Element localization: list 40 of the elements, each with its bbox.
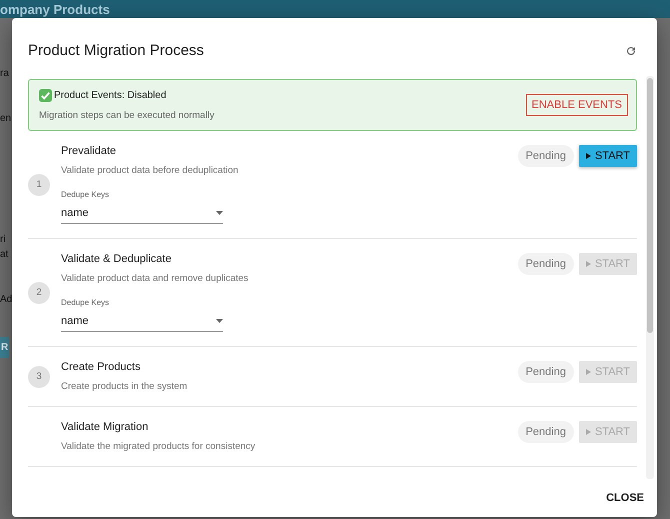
page-label: ri [0,233,6,247]
dialog-title: Product Migration Process [28,42,204,59]
step-description: Validate product data before deduplication [61,165,240,176]
step-number: 1 [28,174,50,196]
step-number: 2 [28,282,50,304]
play-icon [586,261,591,267]
page-label: Ad [0,293,12,307]
close-button[interactable]: CLOSE [604,490,646,506]
check-icon [39,89,52,102]
status-chip: Pending [518,421,574,443]
status-chip: Pending [518,145,574,167]
page-label: at [0,248,8,262]
status-chip: Pending [518,253,574,275]
caret-icon [216,319,223,323]
page-label: en [0,112,12,126]
page-title: ompany Products [0,2,110,16]
step-title: Create Products [61,361,142,373]
status-chip: Pending [518,361,574,383]
dedupe-keys-select[interactable]: name [61,202,223,224]
enable-events-button[interactable]: ENABLE EVENTS [526,94,628,116]
field-label: Dedupe Keys [61,190,110,199]
step-title: Prevalidate [61,145,118,157]
play-icon [586,429,591,435]
step-description: Validate product data and remove duplicates [61,273,250,284]
page-button[interactable]: R [0,337,10,358]
step-number: 3 [28,366,50,388]
banner-message: Migration steps can be executed normally [39,110,214,121]
scrollbar-thumb[interactable] [647,78,653,333]
step-description: Validate the migrated products for consistency [61,441,256,452]
caret-icon [216,211,223,215]
step-title: Validate Migration [61,421,150,433]
start-button[interactable]: START [578,145,637,167]
play-icon [586,369,591,375]
step-description: Create products in the system [61,381,188,392]
page-label: ra [0,67,9,81]
banner-title: Product Events: Disabled [54,90,166,101]
refresh-icon[interactable] [625,44,637,56]
field-label: Dedupe Keys [61,298,110,307]
step-title: Validate & Deduplicate [61,253,172,265]
play-icon [586,153,591,159]
